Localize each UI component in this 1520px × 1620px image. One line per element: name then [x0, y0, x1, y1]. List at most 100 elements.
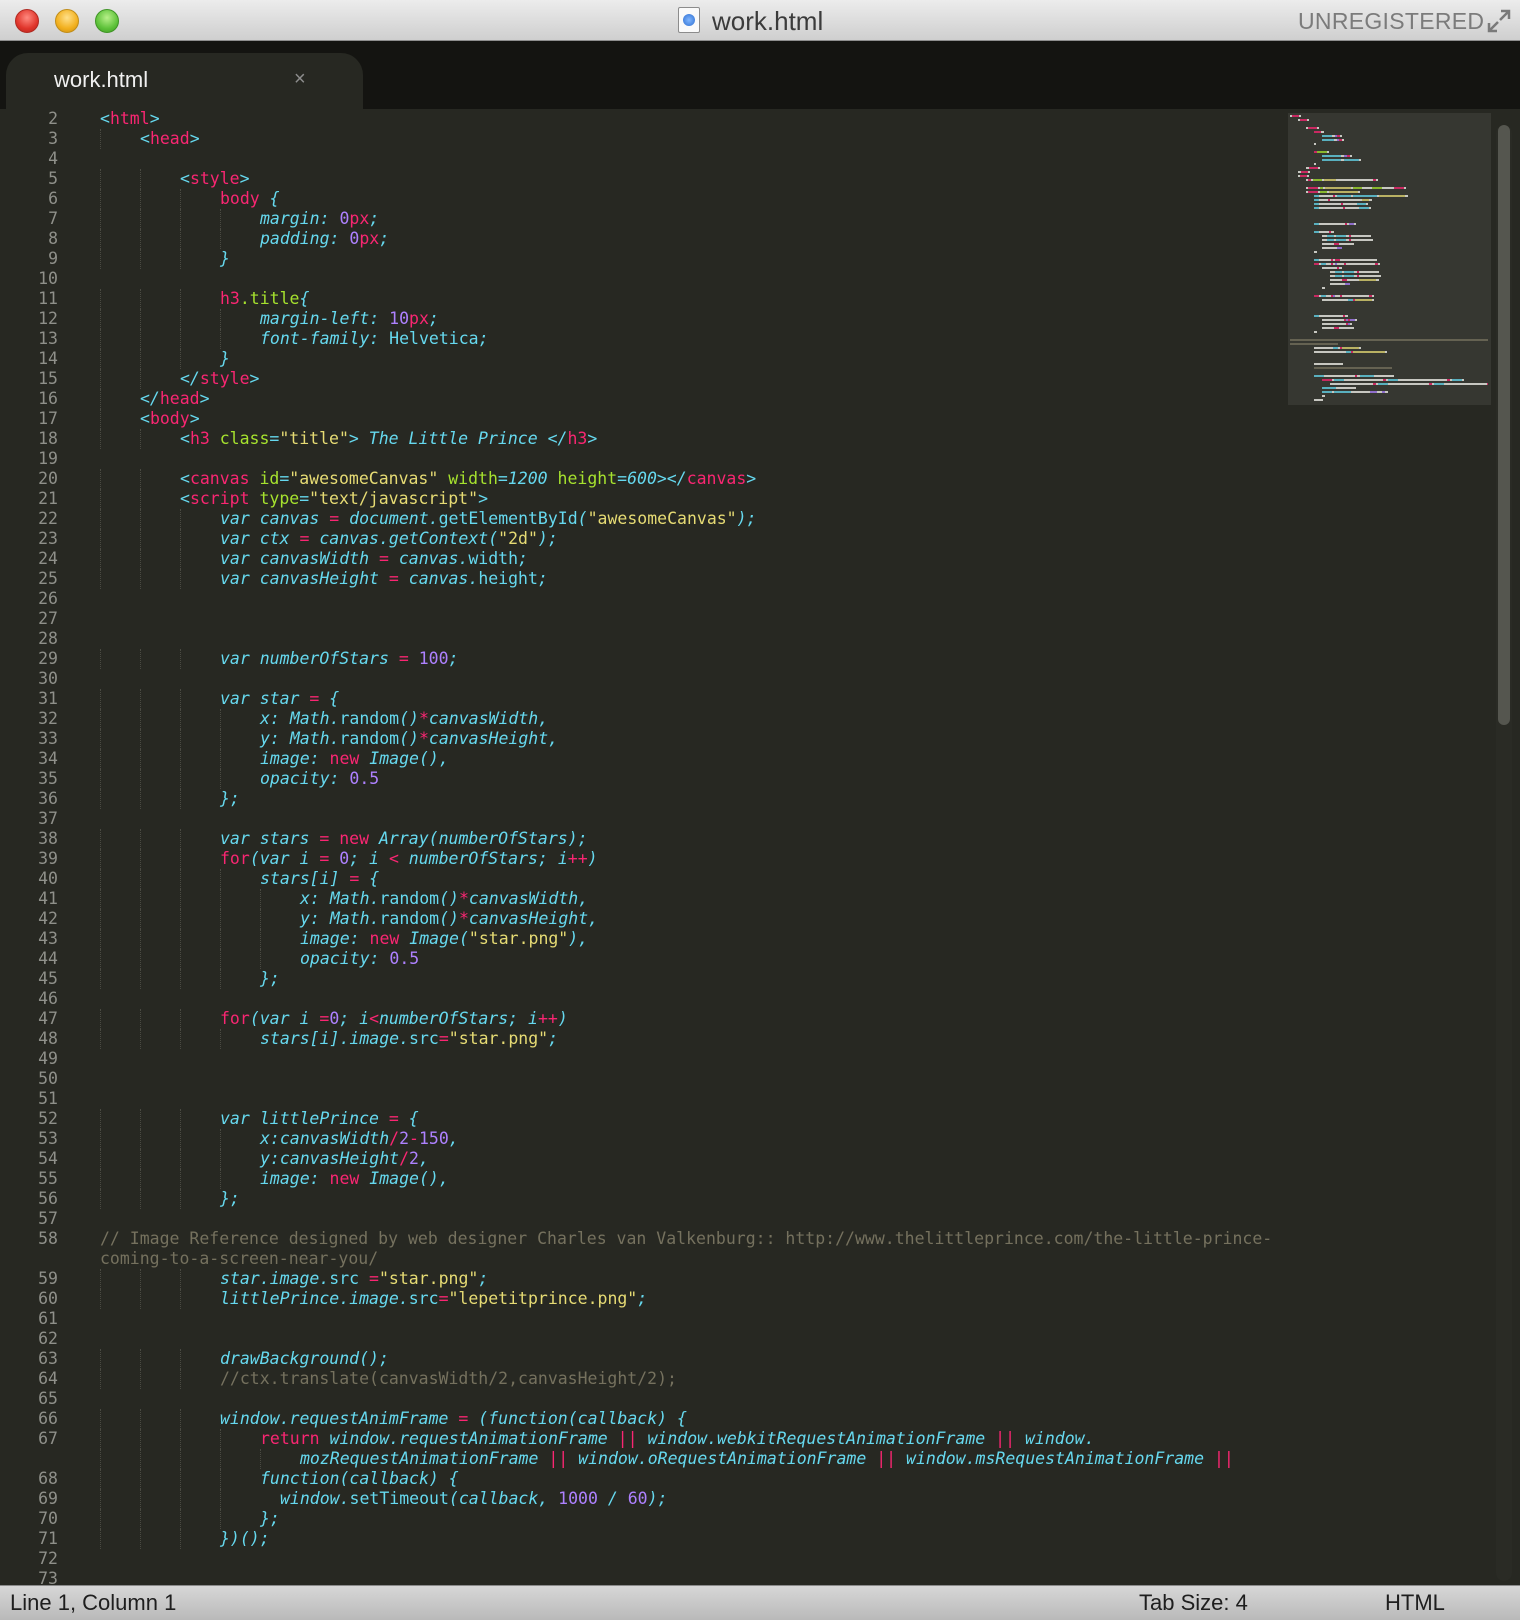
code-line[interactable]: h3.title{: [220, 289, 309, 309]
line-number: 62: [38, 1329, 58, 1348]
code-line[interactable]: <html>: [100, 109, 160, 129]
code-line[interactable]: </head>: [140, 389, 210, 409]
code-line[interactable]: <head>: [140, 129, 200, 149]
code-line[interactable]: }: [220, 349, 230, 369]
code-line[interactable]: x: Math.random()*canvasWidth,: [300, 889, 588, 909]
code-line[interactable]: })();: [220, 1529, 270, 1549]
code-line[interactable]: <canvas id="awesomeCanvas" width=1200 he…: [180, 469, 756, 489]
code-line[interactable]: for(var i = 0; i < numberOfStars; i++): [220, 849, 598, 869]
minimap-token: [1379, 195, 1405, 197]
code-line[interactable]: var ctx = canvas.getContext("2d");: [220, 529, 558, 549]
code-line[interactable]: //ctx.translate(canvasWidth/2,canvasHeig…: [220, 1369, 677, 1389]
minimap-token: [1300, 119, 1307, 121]
code-line[interactable]: };: [260, 1509, 280, 1529]
vertical-scrollbar[interactable]: [1496, 125, 1512, 1581]
minimap-token: [1322, 287, 1325, 289]
code-line[interactable]: window.setTimeout(callback, 1000 / 60);: [280, 1489, 667, 1509]
line-number: 5: [48, 169, 58, 188]
code-line[interactable]: var littlePrince = {: [220, 1109, 419, 1129]
minimize-window-button[interactable]: [55, 9, 79, 33]
code-line[interactable]: // Image Reference designed by web desig…: [100, 1229, 1272, 1249]
code-line[interactable]: mozRequestAnimationFrame || window.oRequ…: [300, 1449, 1234, 1469]
code-line[interactable]: x: Math.random()*canvasWidth,: [260, 709, 548, 729]
code-line[interactable]: var star = {: [220, 689, 339, 709]
minimap-token: [1308, 191, 1318, 193]
syntax-selector[interactable]: HTML: [1385, 1590, 1445, 1616]
code-line[interactable]: image: new Image(),: [260, 749, 449, 769]
code-line[interactable]: window.requestAnimFrame = (function(call…: [220, 1409, 687, 1429]
tab-work-html[interactable]: work.html ×: [6, 53, 363, 110]
code-line[interactable]: padding: 0px;: [260, 229, 389, 249]
code-token: canvasHeight,: [428, 729, 559, 748]
code-line[interactable]: image: new Image("star.png"),: [300, 929, 588, 949]
indent-guide: [140, 969, 141, 989]
code-token: (callback,: [448, 1489, 559, 1508]
code-token: "star.png": [448, 1029, 549, 1048]
code-line[interactable]: body {: [220, 189, 280, 209]
code-line[interactable]: for(var i =0; i<numberOfStars; i++): [220, 1009, 568, 1029]
editor-pane[interactable]: 2 <html> 3 <head> 4 5 <style> 6 body {7 margin: 0…: [0, 109, 1520, 1585]
code-line[interactable]: y:canvasHeight/2,: [260, 1149, 429, 1169]
indent-guide: [100, 909, 101, 929]
code-line[interactable]: margin-left: 10px;: [260, 309, 439, 329]
code-line[interactable]: <h3 class="title"> The Little Prince </h…: [180, 429, 597, 449]
minimap-token: [1308, 127, 1317, 129]
code-line[interactable]: x:canvasWidth/2-150,: [260, 1129, 459, 1149]
scrollbar-thumb[interactable]: [1498, 125, 1510, 725]
code-line[interactable]: margin: 0px;: [260, 209, 379, 229]
tab-close-icon[interactable]: ×: [294, 65, 306, 93]
code-line[interactable]: };: [260, 969, 280, 989]
line-number: 36: [38, 789, 58, 808]
indent-guide: [180, 1129, 181, 1149]
code-line[interactable]: littlePrince.image.src="lepetitprince.pn…: [220, 1289, 647, 1309]
code-line[interactable]: return window.requestAnimationFrame || w…: [260, 1429, 1095, 1449]
minimap-token: [1329, 191, 1358, 193]
code-line[interactable]: <body>: [140, 409, 200, 429]
code-line[interactable]: var numberOfStars = 100;: [220, 649, 458, 669]
code-line[interactable]: </style>: [180, 369, 259, 389]
code-token: 2: [409, 1149, 419, 1168]
code-line[interactable]: y: Math.random()*canvasHeight,: [260, 729, 558, 749]
code-line[interactable]: <style>: [180, 169, 250, 189]
tab-size-selector[interactable]: Tab Size: 4: [1139, 1590, 1248, 1616]
code-line[interactable]: opacity: 0.5: [260, 769, 379, 789]
code-token: style: [199, 369, 250, 388]
minimap-token: [1462, 379, 1464, 381]
code-token: 10: [389, 309, 410, 328]
indent-guide: [140, 929, 141, 949]
line-number: 65: [38, 1389, 58, 1408]
zoom-window-button[interactable]: [95, 9, 119, 33]
code-line[interactable]: var canvasHeight = canvas.height;: [220, 569, 548, 589]
code-line[interactable]: stars[i] = {: [260, 869, 379, 889]
code-line[interactable]: y: Math.random()*canvasHeight,: [300, 909, 598, 929]
code-token: (: [468, 1409, 489, 1428]
code-area[interactable]: 2 <html> 3 <head> 4 5 <style> 6 body {7 margin: 0…: [0, 109, 1290, 1585]
fullscreen-icon[interactable]: [1486, 8, 1512, 34]
close-window-button[interactable]: [15, 9, 39, 33]
line-number: 40: [38, 869, 58, 888]
line-number: 55: [38, 1169, 58, 1188]
code-line[interactable]: image: new Image(),: [260, 1169, 449, 1189]
code-token: function: [488, 1409, 568, 1428]
title-bar: work.html UNREGISTERED: [0, 0, 1520, 41]
code-token: ,: [448, 1129, 459, 1148]
code-line[interactable]: coming-to-a-screen-near-you/: [100, 1249, 378, 1269]
code-line[interactable]: star.image.src ="star.png";: [220, 1269, 488, 1289]
code-line[interactable]: function(callback) {: [260, 1469, 459, 1489]
code-token: *: [458, 909, 469, 928]
code-line[interactable]: var stars = new Array(numberOfStars);: [220, 829, 588, 849]
document-proxy-icon[interactable]: [678, 7, 700, 33]
code-line[interactable]: font-family: Helvetica;: [260, 329, 489, 349]
code-line[interactable]: opacity: 0.5: [300, 949, 419, 969]
code-line[interactable]: }: [220, 249, 230, 269]
code-line[interactable]: <script type="text/javascript">: [180, 489, 488, 509]
code-line[interactable]: var canvas = document.getElementById("aw…: [220, 509, 757, 529]
code-line[interactable]: var canvasWidth = canvas.width;: [220, 549, 528, 569]
minimap-token: [1434, 383, 1444, 385]
minimap[interactable]: [1288, 109, 1493, 1585]
code-line[interactable]: };: [220, 789, 240, 809]
code-line[interactable]: stars[i].image.src="star.png";: [260, 1029, 558, 1049]
code-line[interactable]: drawBackground();: [220, 1349, 389, 1369]
minimap-token: [1327, 235, 1334, 237]
code-line[interactable]: };: [220, 1189, 240, 1209]
